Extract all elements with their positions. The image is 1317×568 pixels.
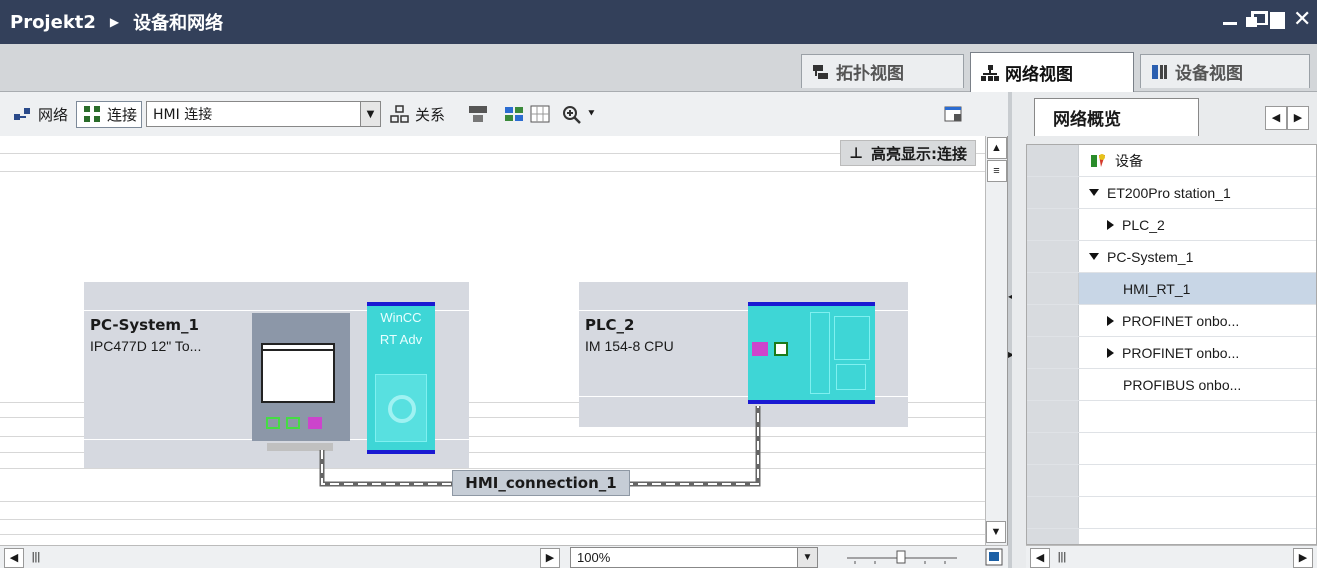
network-canvas[interactable]: ⊥ 高亮显示:连接 PC-System_1 IPC477D 12" To... <box>0 136 985 545</box>
tree-row[interactable]: PROFINET onbo... <box>1027 305 1316 337</box>
devices-header-icon <box>1091 153 1105 167</box>
expand-icon[interactable] <box>1089 253 1099 260</box>
connect-mode-label: 连接 <box>107 105 138 124</box>
tree-row[interactable]: PROFINET onbo... <box>1027 337 1316 369</box>
tab-device-label: 设备视图 <box>1175 64 1243 84</box>
tree-row-label: PROFINET onbo... <box>1122 344 1240 361</box>
scroll-right-icon[interactable]: ▶ <box>540 548 560 568</box>
device-icon <box>1152 64 1167 79</box>
zoom-slider[interactable] <box>845 549 960 567</box>
canvas-vertical-scrollbar[interactable]: ▲ ≡ ▼ <box>985 136 1007 545</box>
tree-row[interactable]: PROFIBUS onbo... <box>1027 369 1316 401</box>
view-tab-bar: 拓扑视图 网络视图 设备视图 <box>0 44 1317 92</box>
scroll-thumb-icon[interactable]: ||| <box>26 548 46 568</box>
scroll-left-icon[interactable]: ◀ <box>1030 548 1050 568</box>
tree-row-label: PC-System_1 <box>1107 248 1194 265</box>
grid-icon[interactable] <box>529 104 551 124</box>
connection-label[interactable]: HMI_connection_1 <box>452 470 630 496</box>
chevron-down-icon[interactable]: ▼ <box>360 102 381 126</box>
device-tree[interactable]: 设备 ET200Pro station_1 PLC_2 PC-System_1 … <box>1026 144 1317 545</box>
breadcrumb-project[interactable]: Projekt2 <box>10 12 96 33</box>
tree-row-label: ET200Pro station_1 <box>1107 184 1231 201</box>
tree-row-empty <box>1027 497 1316 529</box>
tree-row-empty <box>1027 401 1316 433</box>
tree-row-label: HMI_RT_1 <box>1123 280 1191 297</box>
page-title: 设备和网络 <box>133 13 224 34</box>
network-view-panel: 网络 连接 HMI 连接 ▼ 关系 ⯆ ⊥ 高亮显示:连接 PC-System_… <box>0 92 1008 568</box>
network-icon <box>981 64 999 81</box>
connection-type-select[interactable]: HMI 连接 ▼ <box>146 101 382 127</box>
topology-icon <box>813 64 828 79</box>
panel-toggle-icon[interactable] <box>942 104 964 124</box>
chevron-down-icon[interactable]: ▼ <box>797 548 817 567</box>
overview-tab-nav: ◀ ▶ <box>1265 106 1309 130</box>
tab-topology-view[interactable]: 拓扑视图 <box>801 54 964 88</box>
restore-icon[interactable] <box>1245 10 1268 28</box>
relations-button[interactable]: 关系 <box>385 102 449 127</box>
scroll-handle-icon[interactable]: ≡ <box>986 160 1007 182</box>
scroll-right-icon[interactable]: ▶ <box>1293 548 1313 568</box>
tree-horizontal-scrollbar[interactable]: ◀ ||| ▶ <box>1026 545 1317 568</box>
zoom-dropdown-icon[interactable]: ⯆ <box>587 107 596 121</box>
zoom-in-icon[interactable] <box>561 104 583 124</box>
tab-prev-icon[interactable]: ◀ <box>1265 106 1287 130</box>
canvas-horizontal-scrollbar[interactable]: ◀ ||| ▶ 100% ▼ <box>0 545 1008 568</box>
zoom-value: 100% <box>577 550 611 565</box>
tree-row-label: PLC_2 <box>1122 216 1165 233</box>
tab-device-view[interactable]: 设备视图 <box>1140 54 1310 88</box>
network-toolbar: 网络 连接 HMI 连接 ▼ 关系 ⯆ <box>0 92 1008 136</box>
tab-next-icon[interactable]: ▶ <box>1287 106 1309 130</box>
tree-row-empty <box>1027 433 1316 465</box>
tree-row[interactable]: PLC_2 <box>1027 209 1316 241</box>
expand-icon[interactable] <box>1089 189 1099 196</box>
tree-header[interactable]: 设备 <box>1027 145 1316 177</box>
tab-network-view[interactable]: 网络视图 <box>970 52 1134 92</box>
tab-network-overview[interactable]: 网络概览 <box>1034 98 1199 136</box>
network-mode-button[interactable]: 网络 <box>8 102 72 127</box>
connect-mode-icon <box>84 106 101 122</box>
tree-row-label: PROFINET onbo... <box>1122 312 1240 329</box>
connection-type-value: HMI 连接 <box>153 107 213 123</box>
show-names-icon[interactable] <box>467 104 489 124</box>
relations-icon <box>390 105 409 123</box>
tree-row[interactable]: PC-System_1 <box>1027 241 1316 273</box>
network-mode-icon <box>14 108 30 120</box>
tree-header-label: 设备 <box>1115 152 1143 169</box>
tree-row-label: PROFIBUS onbo... <box>1123 376 1242 393</box>
scroll-left-icon[interactable]: ◀ <box>4 548 24 568</box>
scroll-thumb-icon[interactable]: ||| <box>1052 548 1072 568</box>
connect-mode-button[interactable]: 连接 <box>76 100 143 128</box>
relations-label: 关系 <box>415 105 446 124</box>
scroll-down-icon[interactable]: ▼ <box>986 521 1006 543</box>
tab-topology-label: 拓扑视图 <box>836 64 904 84</box>
network-layout-icon[interactable] <box>503 104 525 124</box>
tab-network-label: 网络视图 <box>1005 65 1073 85</box>
scroll-up-icon[interactable]: ▲ <box>986 137 1007 159</box>
tab-network-overview-label: 网络概览 <box>1053 110 1121 130</box>
title-bar: Projekt2 ▶ 设备和网络 ✕ <box>0 0 1317 44</box>
minimize-icon[interactable] <box>1221 10 1239 28</box>
expand-icon[interactable] <box>1107 219 1114 230</box>
expand-icon[interactable] <box>1107 315 1114 326</box>
network-overview-panel: 网络概览 ◀ ▶ 设备 ET200Pro station_1 PLC_2 PC-… <box>1012 92 1317 568</box>
close-icon[interactable]: ✕ <box>1293 8 1311 30</box>
window-controls: ✕ <box>1221 8 1311 30</box>
tree-row[interactable]: ET200Pro station_1 <box>1027 177 1316 209</box>
maximize-icon[interactable] <box>1269 10 1287 29</box>
tree-row-empty <box>1027 465 1316 497</box>
network-mode-label: 网络 <box>38 105 69 124</box>
expand-icon[interactable] <box>1107 347 1114 358</box>
tree-row-selected[interactable]: HMI_RT_1 <box>1027 273 1316 305</box>
overview-navigation-icon[interactable] <box>985 548 1003 566</box>
connection-label-text: HMI_connection_1 <box>465 474 617 492</box>
zoom-select[interactable]: 100% ▼ <box>570 547 818 568</box>
breadcrumb-separator-icon: ▶ <box>109 15 120 29</box>
